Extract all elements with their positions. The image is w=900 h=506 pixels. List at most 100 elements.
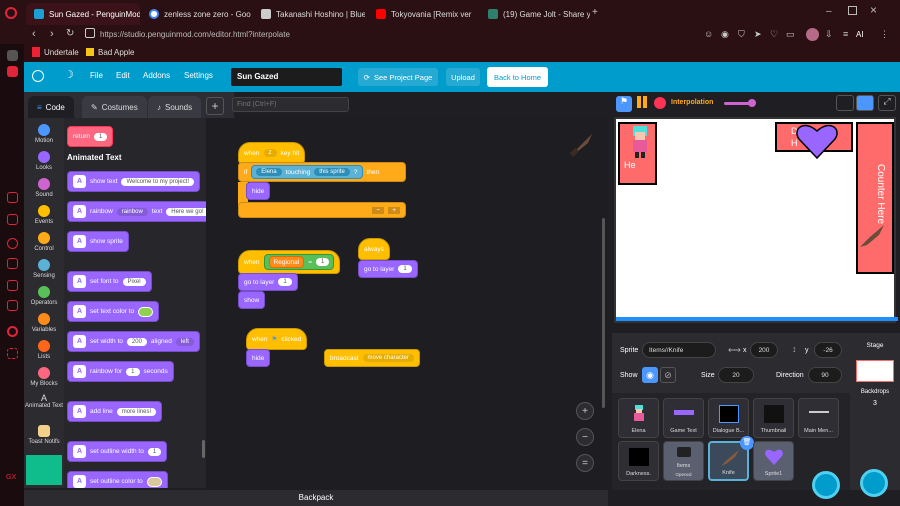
hide-visible-button[interactable]: ⊘: [660, 367, 676, 383]
bookmark-bad-apple[interactable]: Bad Apple: [98, 48, 134, 57]
sprite-dropdown[interactable]: Elena: [256, 168, 282, 176]
browser-tab[interactable]: zenless zone zero - Googl: [141, 3, 251, 25]
return-value[interactable]: 1: [93, 132, 108, 141]
rainbow-for-block[interactable]: Arainbow for 1 seconds: [67, 361, 174, 382]
large-stage-button[interactable]: [856, 95, 874, 111]
color-swatch[interactable]: [146, 476, 162, 487]
category-my-blocks[interactable]: My Blocks: [24, 367, 64, 387]
layer-input[interactable]: 1: [398, 265, 412, 273]
project-title-input[interactable]: Sun Gazed: [231, 68, 342, 86]
security-icon[interactable]: [85, 28, 95, 38]
heart-icon[interactable]: ♡: [770, 29, 778, 40]
sprite-thumb-main-menu[interactable]: Main Men...: [798, 398, 839, 438]
add-extension-icon[interactable]: [26, 455, 62, 485]
size-input[interactable]: 20: [718, 367, 754, 383]
window-close-icon[interactable]: ×: [870, 3, 877, 17]
delete-sprite-icon[interactable]: 🗑: [740, 436, 754, 450]
add-extension-button[interactable]: +: [206, 97, 224, 115]
game-icon[interactable]: [7, 192, 18, 203]
download-icon[interactable]: ⇩: [825, 29, 833, 40]
category-animated-text[interactable]: A Animated Text: [24, 393, 64, 409]
theme-icon[interactable]: ☽: [64, 68, 74, 81]
forward-icon[interactable]: ›: [50, 28, 54, 40]
value-input[interactable]: 1: [316, 258, 330, 266]
pause-button[interactable]: [636, 96, 648, 110]
add-branch-button[interactable]: +: [388, 206, 400, 214]
speed-dial-icon[interactable]: [7, 66, 18, 77]
new-tab-button[interactable]: +: [592, 7, 598, 18]
code-workspace[interactable]: when z key hit if Elena touching this sprite?…: [206, 118, 608, 490]
category-toast-notifs[interactable]: Toast Notifs: [24, 425, 64, 445]
sprite-thumb-elena[interactable]: Elena: [618, 398, 659, 438]
return-block[interactable]: return 1: [67, 126, 114, 147]
bookmark-undertale[interactable]: Undertale: [44, 48, 79, 57]
show-text-block[interactable]: Ashow text Welcome to my project!: [67, 171, 201, 192]
wallet-icon[interactable]: ▭: [786, 29, 795, 40]
avatar[interactable]: [806, 28, 819, 41]
rainbow-text-block[interactable]: Arainbow rainbow text Here we go!: [67, 201, 206, 222]
set-outline-width-block[interactable]: Aset outline width to 1: [67, 441, 168, 462]
set-text-color-block[interactable]: Aset text color to: [67, 301, 160, 322]
broadcast-block[interactable]: broadcast move character: [324, 349, 420, 367]
show-visible-button[interactable]: ◉: [642, 367, 658, 383]
add-sprite-button[interactable]: [812, 471, 840, 499]
variable-reporter[interactable]: Regional: [268, 256, 305, 268]
show-sprite-block[interactable]: Ashow sprite: [67, 231, 129, 252]
browser-tab-active[interactable]: Sun Gazed - PenguinMod×: [26, 3, 140, 25]
volume-slider[interactable]: [724, 102, 750, 105]
color-swatch[interactable]: [138, 306, 154, 317]
instagram-icon[interactable]: [7, 300, 18, 311]
sprite-name-input[interactable]: Items//Knife: [642, 342, 716, 358]
menu-edit[interactable]: Edit: [116, 71, 130, 80]
green-flag-button[interactable]: ⚑: [616, 96, 632, 112]
menu-file[interactable]: File: [90, 71, 103, 80]
font-dropdown[interactable]: Pixel: [122, 277, 146, 286]
settings-icon[interactable]: ≡: [843, 29, 848, 39]
touching-reporter[interactable]: Elena touching this sprite?: [251, 165, 363, 179]
add-backdrop-button[interactable]: [860, 469, 888, 497]
text-input[interactable]: Here we go!: [166, 207, 206, 216]
gx-icon[interactable]: GX: [6, 474, 16, 481]
sprite-thumb-knife[interactable]: Knife 🗑: [708, 436, 754, 481]
music-icon[interactable]: [7, 326, 18, 337]
layer-input[interactable]: 1: [278, 278, 292, 286]
category-control[interactable]: Control: [24, 232, 64, 252]
minimize-icon[interactable]: –: [826, 6, 832, 17]
direction-input[interactable]: 90: [808, 367, 842, 383]
twitch-icon[interactable]: [7, 258, 18, 269]
category-lists[interactable]: Lists: [24, 340, 64, 360]
back-icon[interactable]: ‹: [32, 28, 36, 40]
reload-icon[interactable]: ↻: [66, 28, 74, 39]
zoom-out-button[interactable]: −: [576, 428, 594, 446]
stage-canvas[interactable]: He D H Counter Here: [614, 117, 898, 323]
sprite-folder-items[interactable]: Items Opened: [663, 441, 704, 481]
effect-dropdown[interactable]: rainbow: [116, 207, 148, 216]
sprite-thumb-sprite1[interactable]: Sprite1: [753, 441, 794, 481]
add-line-block[interactable]: Aadd line more lines!: [67, 401, 163, 422]
discord-icon[interactable]: [7, 214, 18, 225]
fullscreen-button[interactable]: ⤢: [878, 95, 896, 111]
category-operators[interactable]: Operators: [24, 286, 64, 306]
hide-block[interactable]: hide: [246, 182, 271, 200]
apps-icon[interactable]: [7, 348, 18, 359]
set-outline-color-block[interactable]: Aset outline color to: [67, 471, 168, 488]
palette-scrollbar[interactable]: [202, 440, 205, 458]
tab-costumes[interactable]: ✎ Costumes: [82, 96, 147, 118]
category-sound[interactable]: Sound: [24, 178, 64, 198]
more-icon[interactable]: ⋮: [880, 29, 889, 40]
show-block[interactable]: show: [238, 291, 266, 309]
menu-addons[interactable]: Addons: [143, 71, 170, 80]
zoom-in-button[interactable]: +: [576, 402, 594, 420]
shield-icon[interactable]: ⛉: [738, 29, 745, 40]
see-project-page-button[interactable]: ⟳ See Project Page: [358, 68, 438, 86]
maximize-icon[interactable]: [848, 6, 857, 15]
workspace-scrollbar[interactable]: [602, 218, 605, 408]
back-to-home-button[interactable]: Back to Home: [487, 67, 548, 87]
menu-settings[interactable]: Settings: [184, 71, 213, 80]
text-input[interactable]: more lines!: [116, 407, 157, 416]
tab-code[interactable]: ≡ Code: [28, 96, 74, 118]
category-events[interactable]: Events: [24, 205, 64, 225]
opera-logo-icon[interactable]: [5, 7, 17, 19]
sprite-thumb-game-text[interactable]: Game Text: [663, 398, 704, 438]
share-icon[interactable]: ➤: [754, 29, 762, 40]
